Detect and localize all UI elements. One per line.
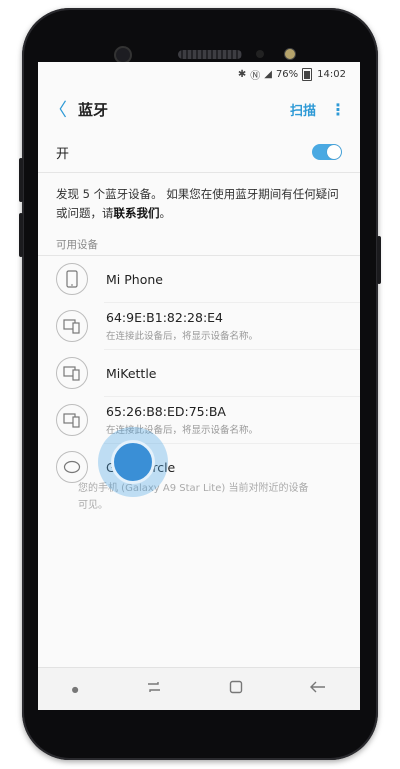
battery-percent: 76% — [275, 68, 299, 80]
section-header-available-devices: 可用设备 — [38, 237, 360, 256]
description-end: 。 — [159, 206, 172, 220]
earpiece-speaker — [178, 50, 242, 59]
contact-us-link[interactable]: 联系我们 — [114, 206, 160, 220]
description-text: 发现 5 个蓝牙设备。 如果您在使用蓝牙期间有任何疑问或问题，请 — [56, 187, 339, 220]
devices-icon — [56, 404, 88, 436]
device-name: 64:9E:B1:82:28:E4 — [106, 310, 224, 325]
device-item[interactable]: 64:9E:B1:82:28:E4 在连接此设备后，将显示设备名称。 — [56, 302, 360, 349]
power-button — [377, 236, 381, 284]
headset-icon — [56, 451, 88, 483]
nfc-icon: Ⓝ — [250, 70, 261, 82]
devices-icon — [56, 310, 88, 342]
navigation-bar: ● — [38, 667, 360, 710]
device-list: Mi Phone 64:9E:B1:82:28:E4 在连接此设备后，将显示设备名… — [38, 256, 360, 490]
device-item[interactable]: MiKettle — [56, 349, 360, 396]
bixby-button — [19, 213, 23, 257]
volume-button — [19, 158, 23, 202]
touch-indicator — [98, 427, 168, 497]
page-title: 蓝牙 — [78, 100, 109, 119]
flash-led — [284, 48, 296, 60]
nav-dot-icon[interactable]: ● — [72, 685, 79, 694]
switch-knob — [327, 145, 341, 159]
description: 发现 5 个蓝牙设备。 如果您在使用蓝牙期间有任何疑问或问题，请联系我们。 — [38, 173, 360, 223]
status-bar: ✱ Ⓝ ◢ 76% 14:02 — [38, 62, 360, 86]
battery-icon — [302, 67, 313, 81]
device-item[interactable]: Mi Phone — [38, 256, 360, 302]
bluetooth-icon: ✱ — [237, 68, 247, 80]
sensor — [256, 50, 264, 58]
recent-apps-icon[interactable] — [146, 681, 162, 697]
bluetooth-toggle-row[interactable]: 开 — [38, 132, 360, 173]
scan-button[interactable]: 扫描 — [290, 100, 316, 119]
back-icon[interactable]: 〈 — [38, 96, 78, 122]
signal-icon: ◢ — [264, 68, 272, 80]
bluetooth-switch[interactable] — [312, 144, 342, 160]
back-nav-icon[interactable] — [310, 681, 326, 697]
phone-icon — [56, 263, 88, 295]
devices-icon — [56, 357, 88, 389]
device-name: 65:26:B8:ED:75:BA — [106, 404, 226, 419]
screen: ✱ Ⓝ ◢ 76% 14:02 〈 蓝牙 扫描 ⋮ 开 发现 5 个蓝牙设备。 … — [38, 62, 360, 710]
toggle-label: 开 — [56, 146, 70, 162]
device-name: MiKettle — [106, 365, 157, 381]
device-name: Mi Phone — [106, 271, 163, 287]
device-subtitle: 在连接此设备后，将显示设备名称。 — [106, 331, 259, 342]
home-icon[interactable] — [229, 680, 243, 698]
more-options-icon[interactable]: ⋮ — [330, 100, 346, 119]
app-bar: 〈 蓝牙 扫描 ⋮ — [38, 86, 360, 132]
clock: 14:02 — [317, 68, 346, 80]
touch-indicator-core — [111, 440, 155, 484]
